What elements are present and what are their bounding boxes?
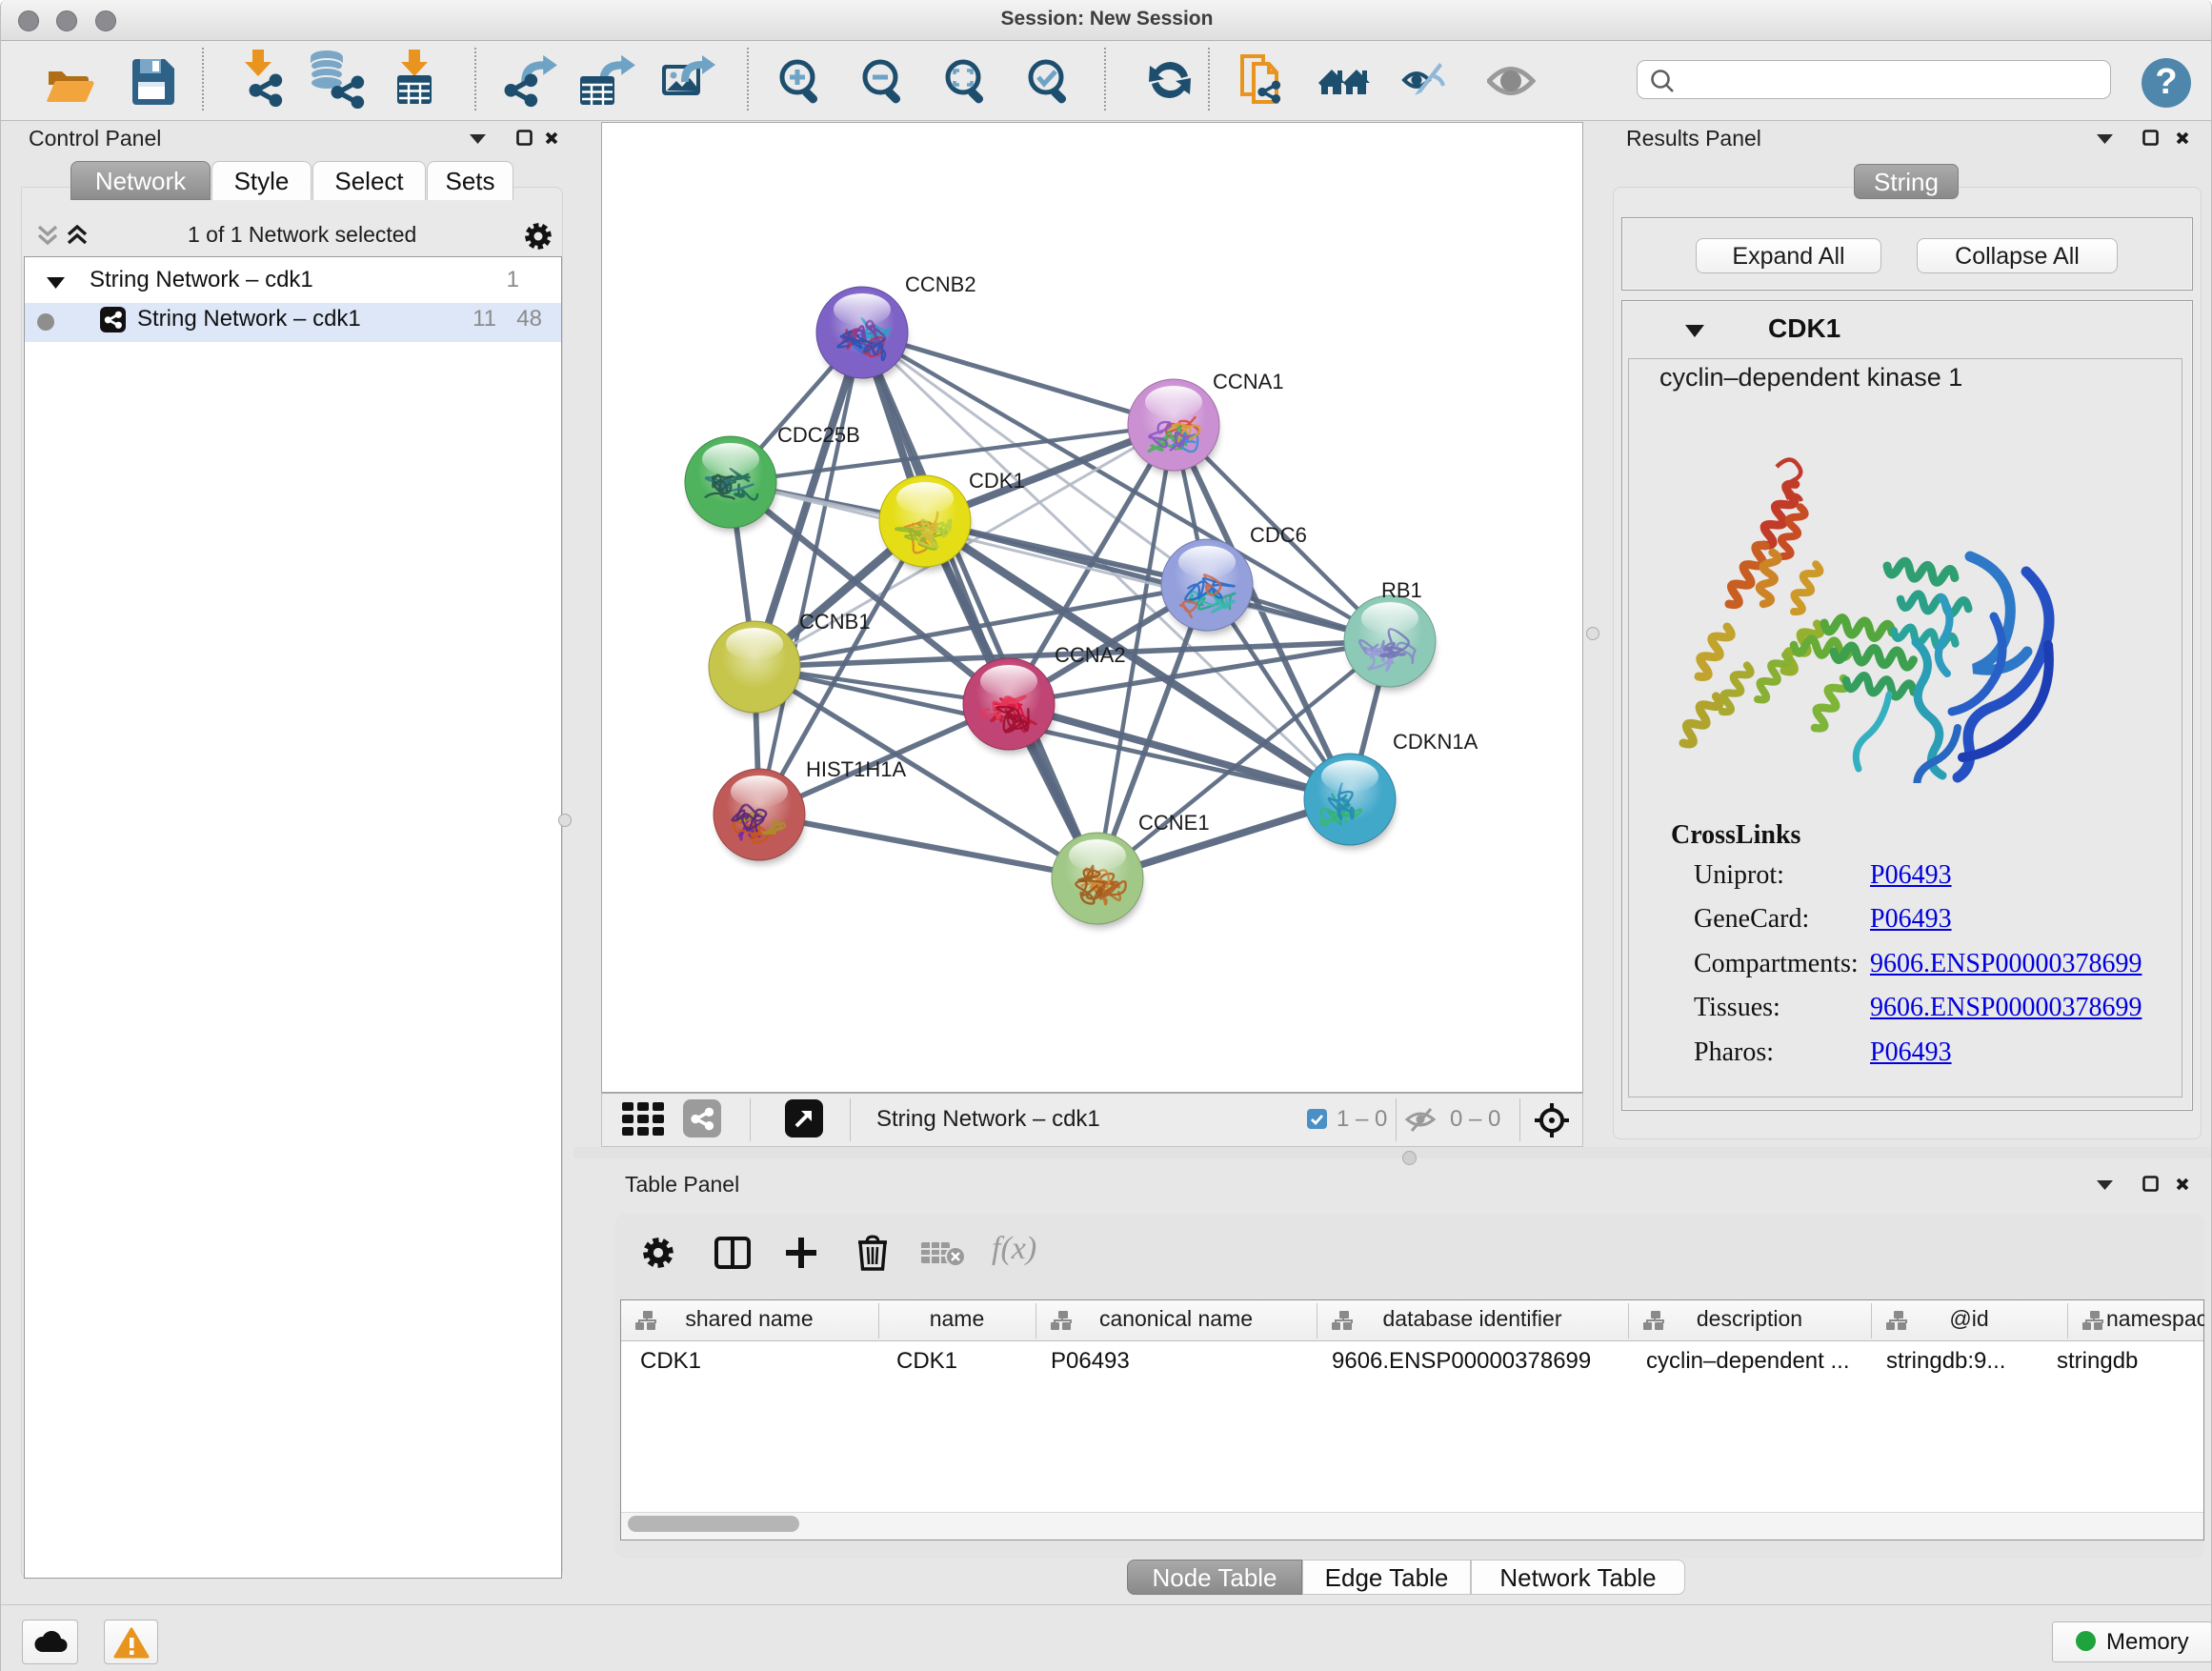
- svg-text:CDC6: CDC6: [1250, 523, 1307, 547]
- svg-text:CCNE1: CCNE1: [1138, 811, 1210, 835]
- svg-text:?: ?: [2155, 62, 2177, 102]
- svg-text:CDK1: CDK1: [969, 469, 1025, 493]
- svg-text:HIST1H1A: HIST1H1A: [806, 757, 906, 781]
- svg-text:CDC25B: CDC25B: [777, 423, 860, 447]
- svg-text:CDKN1A: CDKN1A: [1393, 730, 1478, 754]
- svg-text:CCNA1: CCNA1: [1213, 370, 1284, 393]
- svg-text:RB1: RB1: [1381, 578, 1422, 602]
- svg-text:CCNA2: CCNA2: [1055, 643, 1126, 667]
- svg-text:CCNB2: CCNB2: [905, 272, 976, 296]
- svg-text:CCNB1: CCNB1: [799, 610, 871, 634]
